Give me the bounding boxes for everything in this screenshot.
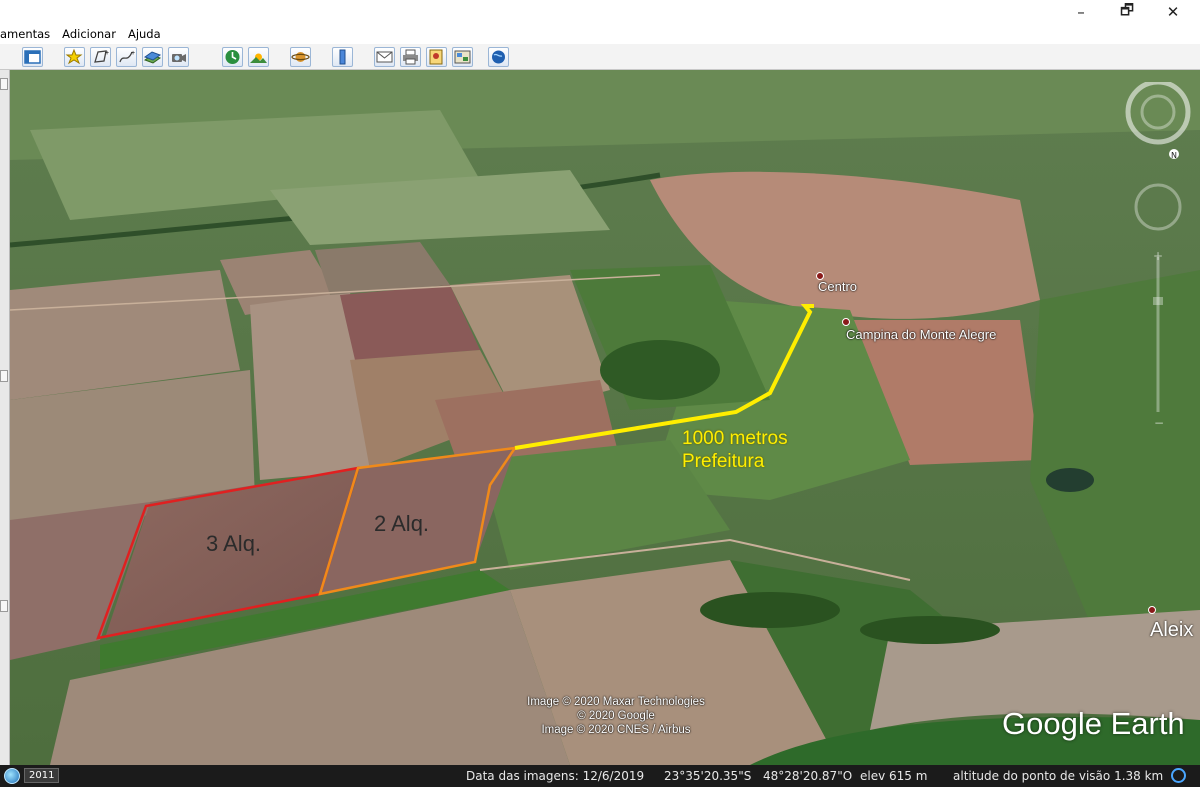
switch-planet-button[interactable] [290,47,311,67]
imagery-copyright: Image © 2020 Maxar Technologies © 2020 G… [466,695,766,737]
plot-3-label: 3 Alq. [206,531,262,556]
menu-bar: amentas Adicionar Ajuda [0,24,1200,44]
email-button[interactable] [374,47,395,67]
sidebar-tab[interactable] [0,78,8,90]
email-icon [376,51,393,63]
streaming-indicator-icon [1171,768,1186,783]
historical-year-badge[interactable]: 2011 [4,767,60,784]
copyright-line: © 2020 Google [577,710,655,722]
place-label-centro[interactable]: Centro [818,279,857,294]
svg-text:N: N [1171,151,1177,160]
sidebar-toggle-button[interactable] [22,47,43,67]
record-tour-icon [172,54,186,62]
sunlight-icon [250,53,267,63]
plot-2-label: 2 Alq. [374,511,430,536]
navigation-controls[interactable]: N + − [1118,82,1198,442]
route-destination-label: Prefeitura [682,451,765,472]
ruler-button[interactable] [332,47,353,67]
elevation-readout: elev 615 m [860,769,928,783]
map-viewport[interactable]: 3 Alq. 2 Alq. 1000 metros Prefeitura Cen… [10,70,1200,765]
title-bar: – 🗗 ✕ [0,0,1200,24]
record-tour-button[interactable] [168,47,189,67]
minimize-button[interactable]: – [1058,0,1104,24]
menu-adicionar[interactable]: Adicionar [56,27,122,41]
place-label-aleix[interactable]: Aleix [1150,619,1193,642]
longitude-readout: 48°28'20.87"O [763,769,853,783]
add-path-button[interactable]: + [116,47,137,67]
historical-imagery-button[interactable] [222,47,243,67]
imagery-date: Data das imagens: 12/6/2019 [466,769,645,783]
menu-ferramentas[interactable]: amentas [0,27,56,41]
add-polygon-button[interactable]: + [90,47,111,67]
satellite-imagery [10,70,1200,765]
toolbar: + + [0,44,1200,70]
print-icon [403,49,418,65]
svg-text:+: + [131,50,135,57]
path-icon: + [119,50,135,63]
historical-imagery-icon [225,50,240,64]
view-in-maps-button[interactable] [452,47,473,67]
close-button[interactable]: ✕ [1150,0,1196,24]
maximize-button[interactable]: 🗗 [1104,0,1150,24]
route-label: 1000 metros Prefeitura [682,427,788,473]
copyright-line: Image © 2020 Maxar Technologies [527,696,705,708]
svg-text:+: + [105,50,109,57]
copyright-line: Image © 2020 CNES / Airbus [541,724,691,736]
year-label: 2011 [24,768,60,783]
sidebar-tab[interactable] [0,600,8,612]
latitude-readout: 23°35'20.35"S [664,769,752,783]
ruler-icon [339,49,346,65]
earth-view-button[interactable] [488,47,509,67]
aleix-marker-icon[interactable] [1148,606,1156,614]
svg-text:−: − [1154,416,1164,430]
image-overlay-icon [143,51,162,64]
polygon-icon: + [94,50,109,63]
save-image-button[interactable] [426,47,447,67]
placemark-icon [65,48,83,65]
add-placemark-button[interactable] [64,47,85,67]
sidebar-toggle-icon [24,50,41,64]
menu-ajuda[interactable]: Ajuda [122,27,167,41]
add-image-overlay-button[interactable] [142,47,163,67]
route-distance-label: 1000 metros [682,428,788,449]
sunlight-button[interactable] [248,47,269,67]
zoom-slider[interactable]: + − [1153,249,1164,430]
look-compass-icon[interactable]: N [1125,82,1191,160]
earth-view-icon [492,50,505,64]
campina-marker-icon[interactable] [842,318,850,326]
google-earth-window: – 🗗 ✕ amentas Adicionar Ajuda + + 3 Alq.… [0,0,1200,787]
planets-icon [291,52,310,62]
eye-altitude-readout: altitude do ponto de visão 1.38 km [953,769,1164,783]
move-joystick-icon[interactable] [1134,183,1182,231]
sidebar-tab[interactable] [0,370,8,382]
clock-globe-icon [4,767,20,784]
print-button[interactable] [400,47,421,67]
save-image-icon [429,49,443,65]
sidebar-edge[interactable] [0,70,10,765]
place-label-campina[interactable]: Campina do Monte Alegre [846,327,996,342]
svg-text:+: + [1153,249,1163,263]
status-bar: 2011 Data das imagens: 12/6/2019 23°35'2… [0,765,1200,787]
google-earth-logo: Google Earth [1002,706,1185,741]
view-in-maps-icon [454,50,471,64]
